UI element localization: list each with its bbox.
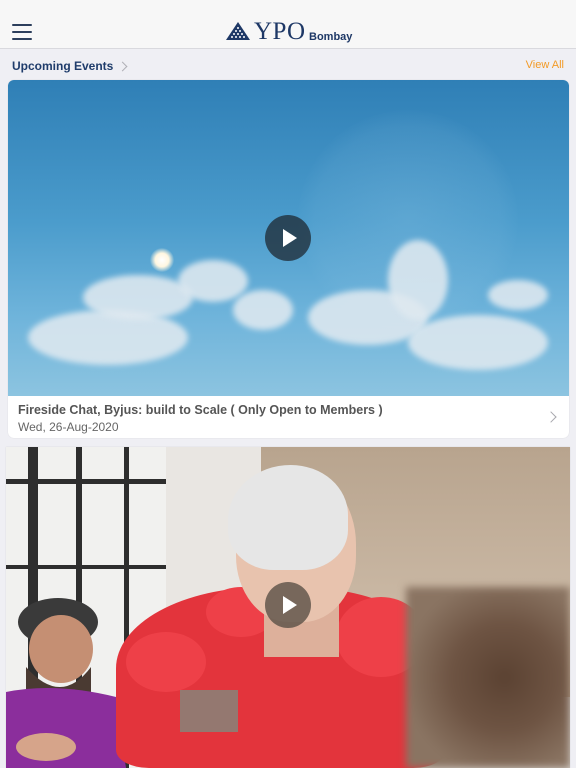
cloud — [28, 310, 188, 365]
app-header: YPO Bombay — [0, 0, 576, 49]
event-video-thumbnail[interactable] — [6, 447, 570, 768]
menu-line — [12, 38, 32, 40]
menu-line — [12, 31, 32, 33]
event-card[interactable] — [6, 447, 570, 768]
window-frame — [6, 479, 166, 484]
play-icon — [283, 229, 297, 247]
ypo-pyramid-icon — [226, 22, 250, 40]
blurred-person — [406, 587, 570, 768]
sun-glare — [150, 248, 174, 272]
chevron-right-icon — [117, 61, 128, 71]
play-button[interactable] — [265, 215, 311, 261]
section-title-label: Upcoming Events — [12, 59, 114, 73]
cloud — [408, 315, 548, 370]
event-video-thumbnail[interactable] — [8, 80, 569, 396]
cloud — [488, 280, 548, 310]
event-card[interactable]: Fireside Chat, Byjus: build to Scale ( O… — [8, 80, 569, 438]
menu-line — [12, 24, 32, 26]
person-in-purple — [6, 598, 126, 768]
upcoming-events-heading[interactable]: Upcoming Events — [12, 59, 128, 73]
woman-hair — [228, 465, 348, 570]
window-frame — [6, 565, 166, 569]
cloud — [83, 275, 193, 320]
chapter-name: Bombay — [309, 31, 353, 43]
event-date: Wed, 26-Aug-2020 — [18, 420, 119, 434]
hamburger-icon[interactable] — [12, 22, 34, 40]
chevron-right-icon[interactable] — [545, 411, 557, 423]
cloud — [388, 240, 448, 320]
brand-name: YPO — [254, 18, 306, 45]
view-all-link[interactable]: View All — [526, 59, 564, 71]
play-icon — [283, 596, 297, 614]
play-button[interactable] — [265, 582, 311, 628]
event-title: Fireside Chat, Byjus: build to Scale ( O… — [18, 403, 383, 417]
dress-ruffle — [126, 632, 206, 692]
cloud — [178, 260, 248, 302]
overlay-patch — [180, 690, 238, 732]
cloud — [233, 290, 293, 330]
